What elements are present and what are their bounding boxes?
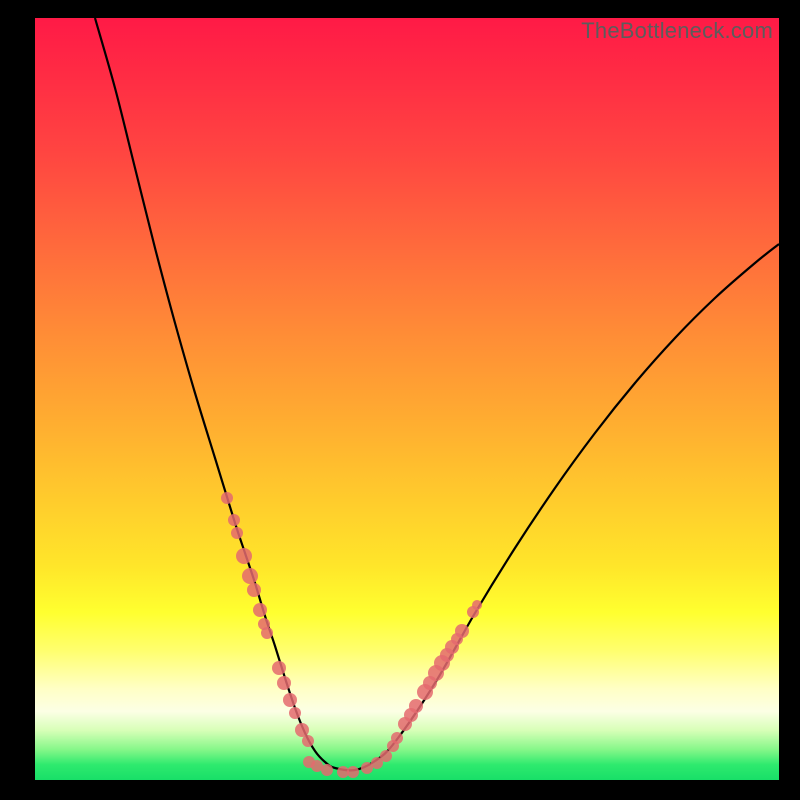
curve-marker	[261, 627, 273, 639]
curve-marker	[472, 600, 482, 610]
curve-marker	[228, 514, 240, 526]
curve-marker	[283, 693, 297, 707]
curve-marker	[295, 723, 309, 737]
curve-marker	[455, 624, 469, 638]
curve-markers	[221, 492, 482, 778]
curve-marker	[272, 661, 286, 675]
curve-marker	[409, 699, 423, 713]
curve-marker	[302, 735, 314, 747]
watermark-text: TheBottleneck.com	[581, 18, 773, 44]
curve-marker	[321, 764, 333, 776]
curve-marker	[253, 603, 267, 617]
curve-marker	[242, 568, 258, 584]
curve-marker	[231, 527, 243, 539]
curve-marker	[380, 750, 392, 762]
curve-marker	[221, 492, 233, 504]
curve-marker	[289, 707, 301, 719]
curve-marker	[236, 548, 252, 564]
curve-marker	[347, 766, 359, 778]
chart-frame: TheBottleneck.com	[35, 18, 779, 780]
bottleneck-curve-svg	[35, 18, 779, 780]
curve-marker	[247, 583, 261, 597]
curve-marker	[277, 676, 291, 690]
curve-marker	[391, 732, 403, 744]
